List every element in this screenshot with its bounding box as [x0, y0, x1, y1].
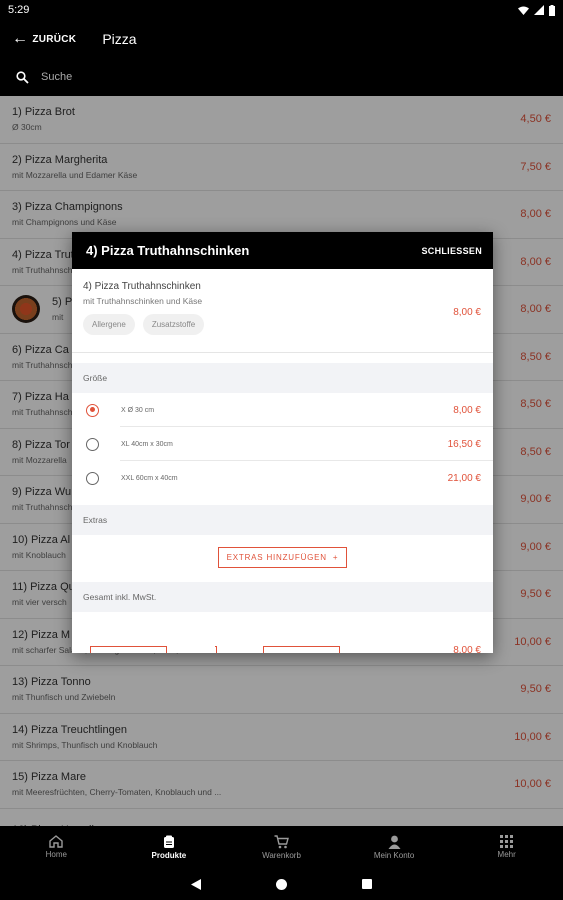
extras-section-heading: Extras [72, 505, 493, 535]
home-icon [49, 835, 63, 848]
item-name: 4) Pizza Truthahnschinken [83, 281, 201, 292]
nav-item-warenkorb[interactable]: Warenkorb [231, 834, 331, 860]
battery-icon [549, 4, 555, 16]
signal-icon [534, 5, 544, 15]
radio-selected[interactable] [86, 403, 99, 417]
back-button[interactable]: ← ZURÜCK [12, 31, 76, 47]
allergens-chip[interactable]: Allergene [83, 314, 135, 335]
item-description: mit Truthahnschinken und Käse [83, 296, 203, 306]
radio-unselected[interactable] [86, 471, 99, 485]
size-section-heading: Größe [72, 363, 493, 393]
extras-button-wrap: EXTRAS HINZUFÜGEN + [72, 535, 493, 582]
page-title: Pizza [102, 31, 137, 47]
home-circle-icon[interactable] [276, 878, 287, 890]
dialog-header: 4) Pizza Truthahnschinken SCHLIESSEN [72, 232, 493, 269]
search-bar [0, 58, 563, 96]
nav-item-label: Mehr [497, 850, 516, 859]
app-bar: ← ZURÜCK Pizza [0, 20, 563, 58]
products-icon [163, 835, 175, 849]
additives-chip[interactable]: Zusatzstoffe [142, 314, 205, 335]
cart-icon [274, 834, 289, 849]
wifi-icon [518, 6, 529, 15]
item-summary: 4) Pizza Truthahnschinken mit Truthahnsc… [72, 269, 493, 353]
divider [215, 646, 217, 653]
add-extras-label: EXTRAS HINZUFÜGEN [226, 553, 327, 562]
nav-item-label: Produkte [151, 850, 187, 860]
size-options: X Ø 30 cm 8,00 € XL 40cm x 30cm 16,50 € … [72, 393, 493, 495]
add-to-cart-button[interactable] [263, 646, 340, 653]
dialog-footer-peek: 8,00 € [72, 644, 493, 653]
account-icon [388, 835, 401, 849]
back-triangle-icon[interactable] [191, 878, 201, 890]
size-option[interactable]: X Ø 30 cm 8,00 € [72, 393, 493, 427]
item-price: 8,00 € [453, 307, 481, 318]
dialog-title: 4) Pizza Truthahnschinken [86, 243, 250, 258]
size-price: 16,50 € [447, 438, 481, 450]
plus-icon: + [332, 553, 339, 562]
status-bar: 5:29 [0, 0, 563, 20]
info-chips: Allergene Zusatzstoffe [83, 314, 482, 335]
total-price: 8,00 € [453, 645, 481, 653]
close-button[interactable]: SCHLIESSEN [421, 246, 482, 256]
size-price: 21,00 € [447, 472, 481, 484]
nav-item-produkte[interactable]: Produkte [119, 835, 219, 860]
recents-square-icon[interactable] [362, 879, 372, 889]
status-icons [518, 4, 555, 16]
product-dialog: 4) Pizza Truthahnschinken SCHLIESSEN 4) … [72, 232, 493, 653]
more-grid-icon [500, 835, 514, 848]
size-label: X Ø 30 cm [121, 406, 155, 414]
size-option[interactable]: XL 40cm x 30cm 16,50 € [72, 427, 493, 461]
search-icon [16, 70, 29, 84]
radio-unselected[interactable] [86, 437, 99, 451]
back-label: ZURÜCK [32, 33, 77, 45]
search-input[interactable] [41, 71, 441, 83]
add-extras-button[interactable]: EXTRAS HINZUFÜGEN + [217, 547, 348, 568]
total-section-heading: Gesamt inkl. MwSt. [72, 582, 493, 612]
nav-item-mein-konto[interactable]: Mein Konto [344, 835, 444, 860]
nav-item-mehr[interactable]: Mehr [457, 835, 557, 859]
nav-item-home[interactable]: Home [6, 835, 106, 859]
dialog-body: 4) Pizza Truthahnschinken mit Truthahnsc… [72, 269, 493, 612]
quantity-control[interactable] [90, 646, 167, 653]
size-price: 8,00 € [453, 404, 481, 416]
nav-item-label: Mein Konto [373, 850, 415, 860]
size-label: XL 40cm x 30cm [121, 440, 173, 448]
bottom-navigation: Home Produkte Warenkorb Mein Konto Mehr [0, 826, 563, 868]
system-navigation [0, 868, 563, 900]
back-arrow-icon: ← [12, 30, 29, 47]
nav-item-label: Home [45, 850, 67, 859]
size-label: XXL 60cm x 40cm [121, 474, 178, 482]
status-time: 5:29 [8, 4, 30, 16]
size-option[interactable]: XXL 60cm x 40cm 21,00 € [72, 461, 493, 495]
nav-item-label: Warenkorb [262, 850, 301, 860]
